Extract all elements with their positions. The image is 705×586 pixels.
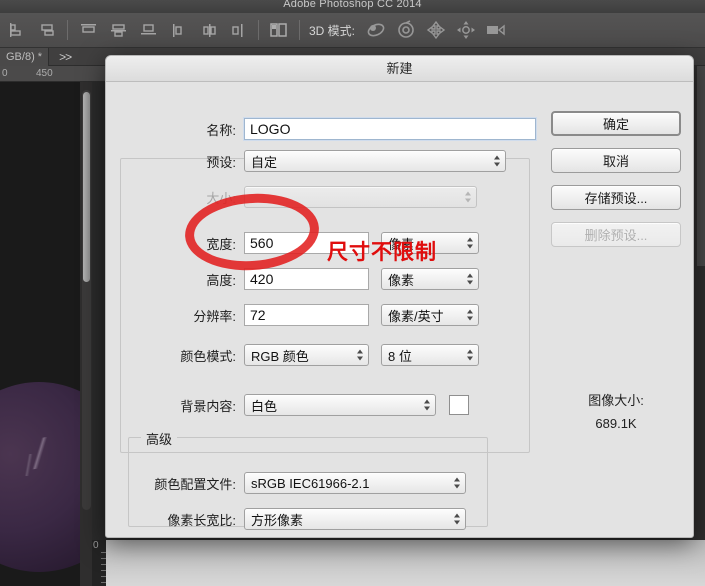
toolbar-divider bbox=[67, 20, 68, 40]
dialog-body: 名称: LOGO 预设: 自定 大小: 宽度: 560 像素 高度: 420 像… bbox=[106, 82, 693, 537]
tab-overflow-icon[interactable]: >> bbox=[49, 50, 81, 64]
ruler-tick-0: 0 bbox=[2, 68, 8, 79]
distribute-center-icon[interactable] bbox=[193, 17, 223, 43]
document-window bbox=[0, 82, 80, 586]
cancel-button[interactable]: 取消 bbox=[551, 148, 681, 173]
chevron-updown-icon bbox=[494, 155, 501, 168]
name-label: 名称: bbox=[206, 122, 236, 138]
preset-row: 预设: 自定 bbox=[106, 150, 536, 172]
save-preset-button[interactable]: 存储预设... bbox=[551, 185, 681, 210]
size-select bbox=[244, 186, 477, 208]
width-input[interactable]: 560 bbox=[244, 232, 369, 254]
pixel-aspect-row: 像素长宽比: 方形像素 bbox=[106, 508, 536, 530]
new-document-dialog: 新建 名称: LOGO 预设: 自定 大小: 宽度: 560 像素 高度: 42… bbox=[105, 55, 694, 538]
chevron-updown-icon-color-mode bbox=[357, 349, 364, 362]
chevron-updown-icon-aspect bbox=[454, 513, 461, 526]
chevron-updown-icon-depth bbox=[467, 349, 474, 362]
right-panel-strip bbox=[697, 66, 705, 266]
color-mode-row: 颜色模式: RGB 颜色 8 位 bbox=[106, 344, 536, 366]
size-row: 大小: bbox=[106, 186, 536, 208]
height-row: 高度: 420 像素 bbox=[106, 268, 536, 290]
camera-3d-icon[interactable] bbox=[481, 17, 511, 43]
align-bottom-edges-icon[interactable] bbox=[133, 17, 163, 43]
color-profile-value: sRGB IEC61966-2.1 bbox=[251, 475, 370, 491]
name-input[interactable]: LOGO bbox=[244, 118, 536, 140]
canvas-vertical-scrollbar[interactable] bbox=[82, 90, 91, 510]
distribute-right-icon[interactable] bbox=[223, 17, 253, 43]
chevron-updown-icon-bg bbox=[424, 399, 431, 412]
app-title-bar: Adobe Photoshop CC 2014 bbox=[0, 0, 705, 13]
color-mode-select[interactable]: RGB 颜色 bbox=[244, 344, 369, 366]
image-size-value: 689.1K bbox=[595, 416, 637, 431]
background-row: 背景内容: 白色 bbox=[106, 394, 546, 416]
canvas-background bbox=[106, 540, 705, 586]
delete-preset-button: 删除预设... bbox=[551, 222, 681, 247]
size-label: 大小: bbox=[206, 190, 236, 206]
chevron-updown-icon-size bbox=[465, 191, 472, 204]
color-mode-label: 颜色模式: bbox=[180, 348, 236, 364]
height-unit-value: 像素 bbox=[388, 272, 415, 288]
width-row: 宽度: 560 像素 bbox=[106, 232, 536, 254]
roll-3d-icon[interactable] bbox=[391, 17, 421, 43]
align-left-edges-icon[interactable] bbox=[2, 17, 32, 43]
dialog-title: 新建 bbox=[106, 56, 693, 82]
moon-highlight-2 bbox=[0, 454, 58, 476]
pixel-aspect-label: 像素长宽比: bbox=[167, 512, 236, 528]
preset-value: 自定 bbox=[251, 154, 278, 170]
align-vertical-centers-icon[interactable] bbox=[103, 17, 133, 43]
slide-3d-icon[interactable] bbox=[451, 17, 481, 43]
background-color-swatch[interactable] bbox=[449, 395, 469, 415]
preset-select[interactable]: 自定 bbox=[244, 150, 506, 172]
bit-depth-select[interactable]: 8 位 bbox=[381, 344, 479, 366]
chevron-updown-icon-profile bbox=[454, 477, 461, 490]
vertical-ruler: 0 bbox=[92, 540, 106, 586]
width-unit-value: 像素 bbox=[388, 236, 415, 252]
vruler-tick-0: 0 bbox=[93, 540, 99, 551]
mode-3d-label: 3D 模式: bbox=[309, 23, 356, 38]
options-toolbar: 3D 模式: bbox=[0, 13, 705, 48]
ruler-tick-450: 450 bbox=[36, 68, 53, 79]
align-top-edges-icon[interactable] bbox=[73, 17, 103, 43]
screen: Adobe Photoshop CC 2014 3D 模式: GB/8) * >… bbox=[0, 0, 705, 586]
image-size-label: 图像大小: bbox=[588, 393, 644, 408]
app-title: Adobe Photoshop CC 2014 bbox=[283, 0, 422, 10]
color-profile-label: 颜色配置文件: bbox=[154, 476, 236, 492]
ok-button[interactable]: 确定 bbox=[551, 111, 681, 136]
width-unit-select[interactable]: 像素 bbox=[381, 232, 479, 254]
distribute-spacing-icon[interactable] bbox=[264, 17, 294, 43]
toolbar-divider-2 bbox=[258, 20, 259, 40]
color-profile-row: 颜色配置文件: sRGB IEC61966-2.1 bbox=[106, 472, 536, 494]
moon-artwork bbox=[0, 382, 80, 572]
width-label: 宽度: bbox=[206, 236, 236, 252]
height-input[interactable]: 420 bbox=[244, 268, 369, 290]
pixel-aspect-value: 方形像素 bbox=[251, 512, 304, 528]
background-select[interactable]: 白色 bbox=[244, 394, 436, 416]
height-label: 高度: bbox=[206, 272, 236, 288]
background-value: 白色 bbox=[251, 398, 278, 414]
color-mode-value: RGB 颜色 bbox=[251, 348, 309, 364]
height-unit-select[interactable]: 像素 bbox=[381, 268, 479, 290]
background-label: 背景内容: bbox=[180, 398, 236, 414]
resolution-row: 分辨率: 72 像素/英寸 bbox=[106, 304, 536, 326]
resolution-unit-select[interactable]: 像素/英寸 bbox=[381, 304, 479, 326]
align-horizontal-centers-icon[interactable] bbox=[32, 17, 62, 43]
color-profile-select[interactable]: sRGB IEC61966-2.1 bbox=[244, 472, 466, 494]
document-tab[interactable]: GB/8) * bbox=[0, 47, 50, 66]
chevron-updown-icon-width-unit bbox=[467, 237, 474, 250]
orbit-3d-icon[interactable] bbox=[361, 17, 391, 43]
preset-label: 预设: bbox=[206, 154, 236, 170]
resolution-input[interactable]: 72 bbox=[244, 304, 369, 326]
chevron-updown-icon-res-unit bbox=[467, 309, 474, 322]
resolution-label: 分辨率: bbox=[193, 308, 236, 324]
resolution-unit-value: 像素/英寸 bbox=[388, 308, 444, 324]
advanced-title: 高级 bbox=[141, 429, 178, 448]
distribute-left-icon[interactable] bbox=[163, 17, 193, 43]
pixel-aspect-select[interactable]: 方形像素 bbox=[244, 508, 466, 530]
bit-depth-value: 8 位 bbox=[388, 348, 412, 364]
toolbar-divider-3 bbox=[299, 20, 300, 40]
name-row: 名称: LOGO bbox=[106, 118, 536, 140]
pan-3d-icon[interactable] bbox=[421, 17, 451, 43]
chevron-updown-icon-height-unit bbox=[467, 273, 474, 286]
